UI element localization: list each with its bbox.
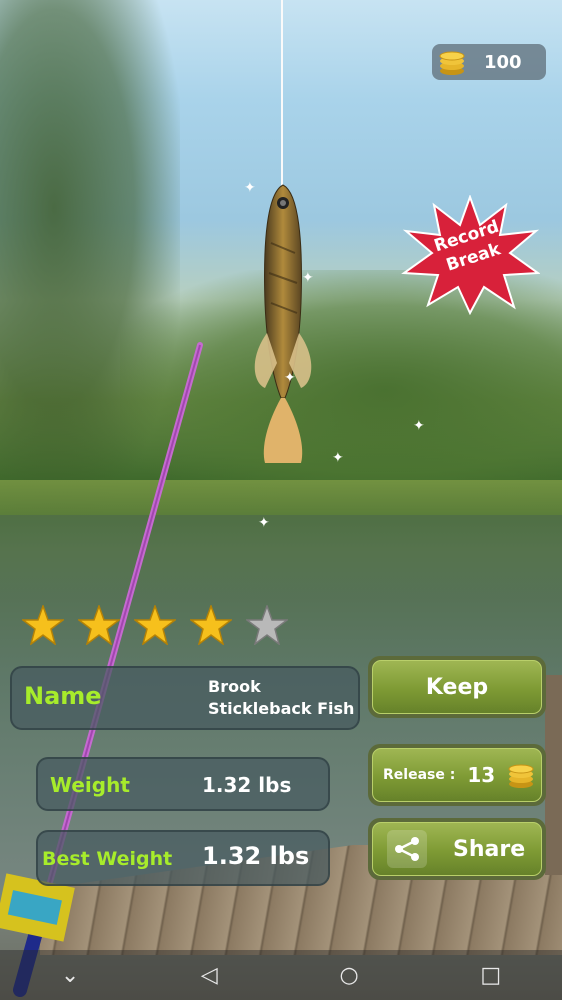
- share-button[interactable]: Share: [368, 818, 546, 880]
- best-weight-label: Best Weight: [42, 848, 173, 870]
- name-panel: Name Brook Stickleback Fish: [10, 666, 360, 730]
- star-rating: [22, 605, 288, 645]
- coin-stack-icon: [439, 51, 465, 75]
- weight-panel: Weight 1.32 lbs: [36, 757, 330, 811]
- coin-stack-icon: [508, 764, 534, 788]
- best-weight-value: 1.32 lbs: [202, 842, 310, 870]
- keep-button[interactable]: Keep: [368, 656, 546, 718]
- game-scene: ✦ ✦ ✦ ✦ ✦ ✦ 100 Record Break Name Brook …: [0, 0, 562, 1000]
- system-nav-bar: ⌄ ◁ ○ □: [0, 950, 562, 1000]
- fish-name-line2: Stickleback Fish: [208, 699, 355, 718]
- release-button-label: Release :: [383, 767, 456, 783]
- weight-value: 1.32 lbs: [202, 773, 292, 797]
- coin-count: 100: [484, 51, 522, 73]
- weight-label: Weight: [50, 773, 130, 797]
- sparkle-icon: ✦: [258, 515, 270, 531]
- coin-counter: 100: [432, 44, 546, 80]
- fishing-line: [281, 0, 283, 190]
- fish-name-line1: Brook: [208, 677, 261, 696]
- keep-button-label: Keep: [425, 674, 489, 700]
- star-icon: [134, 605, 176, 645]
- share-button-label: Share: [453, 836, 526, 862]
- share-icon: [387, 830, 427, 868]
- recents-icon[interactable]: □: [480, 963, 501, 988]
- record-break-badge: Record Break: [400, 194, 541, 316]
- sparkle-icon: ✦: [284, 370, 296, 386]
- home-icon[interactable]: ○: [340, 963, 359, 988]
- sparkle-icon: ✦: [332, 450, 344, 466]
- star-icon: [22, 605, 64, 645]
- release-button[interactable]: Release : 13: [368, 744, 546, 806]
- name-label: Name: [24, 682, 102, 710]
- sparkle-icon: ✦: [302, 270, 314, 286]
- best-weight-panel: Best Weight 1.32 lbs: [36, 830, 330, 886]
- chevron-down-icon[interactable]: ⌄: [61, 963, 79, 988]
- river-bank: [0, 480, 562, 520]
- caught-fish: [254, 184, 312, 463]
- star-icon: [78, 605, 120, 645]
- star-empty-icon: [246, 605, 288, 645]
- star-icon: [190, 605, 232, 645]
- sparkle-icon: ✦: [244, 180, 256, 196]
- sparkle-icon: ✦: [413, 418, 425, 434]
- dock-post: [545, 675, 562, 875]
- back-icon[interactable]: ◁: [201, 963, 218, 988]
- release-reward: 13: [467, 763, 496, 787]
